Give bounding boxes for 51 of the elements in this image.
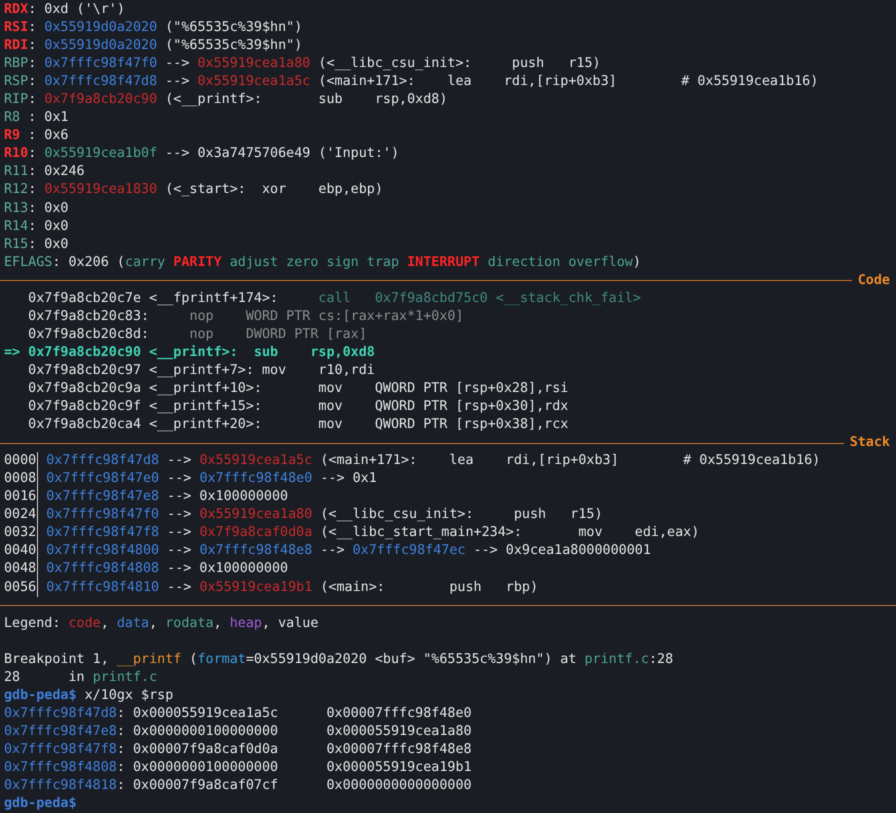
terminal-line: gdb-peda$: [4, 795, 78, 813]
terminal-line: RSP: 0x7fffc98f47d8 --> 0x55919cea1a5c (<main+171>: lea rdi,[rip+0xb3] # 0x55919cea1b16): [4, 73, 820, 92]
stack-offset: 0024: [4, 506, 38, 524]
stack-entry: 0x7fffc98f47e0 --> 0x7fffc98f48e0 --> 0x1: [45, 470, 377, 488]
section-title: Code: [858, 272, 891, 290]
terminal-line: 0x7fffc98f47e8: 0x0000000100000000 0x000055919cea1a80: [4, 722, 473, 741]
stack-entry: 0x7fffc98f4810 --> 0x55919cea19b1 (<main>: push rbp): [45, 578, 538, 596]
terminal-line: 0x7f9a8cb20c97 <__printf+7>: mov r10,rdi: [27, 362, 376, 380]
terminal-line: RDX: 0xd ('\r'): [4, 1, 126, 19]
stack-entry: 0x7fffc98f47f0 --> 0x55919cea1a80 (<__libc_csu_init>: push r15): [45, 506, 603, 524]
terminal-line: gdb-peda$ x/10gx $rsp: [4, 686, 174, 705]
stack-entry: 0x7fffc98f4808 --> 0x100000000: [45, 560, 288, 578]
terminal-line: Breakpoint 1, __printf (format=0x55919d0a2020 <buf> "%65535c%39$hn") at printf.c:28: [4, 650, 674, 669]
terminal-line: RIP: 0x7f9a8cb20c90 (<__printf>: sub rsp,0xd8): [4, 91, 448, 110]
stack-offset: 0000: [4, 452, 38, 470]
stack-entry: 0x7fffc98f4800 --> 0x7fffc98f48e8 --> 0x7fffc98f47ec --> 0x9cea1a8000000001: [45, 542, 651, 560]
terminal-line: R9 : 0x6: [4, 127, 70, 146]
terminal-line: RDI: 0x55919d0a2020 ("%65535c%39$hn"): [4, 37, 304, 56]
terminal-line: 0x7f9a8cb20c83: nop WORD PTR cs:[rax+rax*1+0x0]: [27, 308, 465, 326]
terminal-line: R10: 0x55919cea1b0f --> 0x3a7475706e49 ('Input:'): [4, 145, 400, 164]
terminal-line: 0x7fffc98f4818: 0x00007f9a8caf07cf 0x0000000000000000: [4, 777, 473, 796]
stack-offset: 0040: [4, 542, 38, 560]
terminal-line: R11: 0x246: [4, 163, 86, 182]
terminal-line: 0x7fffc98f4808: 0x0000000100000000 0x000055919cea19b1: [4, 758, 473, 777]
terminal-line: 0x7f9a8cb20c9f <__printf+15>: mov QWORD PTR [rsp+0x30],rdx: [27, 398, 570, 416]
terminal-line: 0x7f9a8cb20ca4 <__printf+20>: mov QWORD PTR [rsp+0x38],rcx: [27, 416, 570, 434]
stack-entry: 0x7fffc98f47e8 --> 0x100000000: [45, 488, 288, 506]
stack-entry: 0x7fffc98f47f8 --> 0x7f9a8caf0d0a (<__libc_start_main+234>: mov edi,eax): [45, 524, 700, 542]
stack-offset: 0016: [4, 488, 38, 506]
terminal-line: RBP: 0x7fffc98f47f0 --> 0x55919cea1a80 (<__libc_csu_init>: push r15): [4, 55, 602, 74]
terminal-line: EFLAGS: 0x206 (carry PARITY adjust zero sign trap INTERRUPT direction overflow): [4, 254, 642, 272]
terminal-line: R8 : 0x1: [4, 109, 70, 128]
terminal-line: 0x7fffc98f47f8: 0x00007f9a8caf0d0a 0x00007fffc98f48e8: [4, 740, 473, 759]
terminal-line: R14: 0x0: [4, 218, 70, 236]
stack-entry: 0x7fffc98f47d8 --> 0x55919cea1a5c (<main+171>: lea rdi,[rip+0xb3] # 0x55919cea1b16): [45, 452, 820, 470]
stack-offset: 0056: [4, 578, 38, 597]
stack-offset: 0048: [4, 560, 38, 578]
stack-offset: 0008: [4, 470, 38, 488]
terminal-line: Legend: code, data, rodata, heap, value: [4, 614, 320, 633]
stack-offset: 0032: [4, 524, 38, 542]
section-title: Stack: [850, 434, 891, 452]
terminal-line: R13: 0x0: [4, 200, 70, 218]
terminal-line: 0x7f9a8cb20c7e <__fprintf+174>: call 0x7f9a8cbd75c0 <__stack_chk_fail>: [27, 290, 642, 308]
terminal-line: 28 in printf.c: [4, 668, 158, 687]
terminal-line: RSI: 0x55919d0a2020 ("%65535c%39$hn"): [4, 19, 304, 38]
terminal-line: 0x7f9a8cb20c8d: nop DWORD PTR [rax]: [27, 326, 368, 344]
terminal-line: R12: 0x55919cea1830 (<_start>: xor ebp,ebp): [4, 181, 384, 200]
terminal-line: => 0x7f9a8cb20c90 <__printf>: sub rsp,0xd8: [4, 344, 376, 362]
terminal-line: 0x7f9a8cb20c9a <__printf+10>: mov QWORD PTR [rsp+0x28],rsi: [27, 380, 570, 398]
terminal-line: R15: 0x0: [4, 236, 70, 254]
terminal-line: 0x7fffc98f47d8: 0x000055919cea1a5c 0x00007fffc98f48e0: [4, 704, 473, 723]
